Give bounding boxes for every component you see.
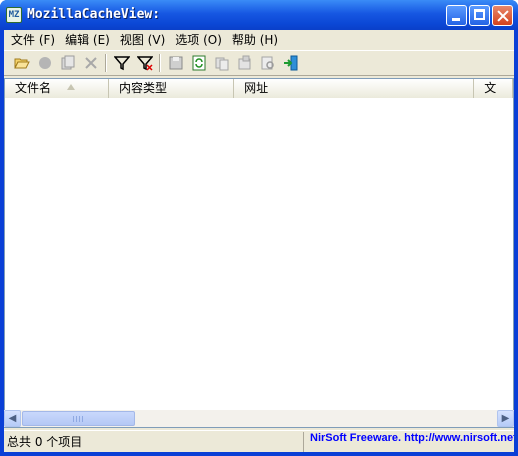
find-icon [261,56,274,70]
app-icon[interactable]: MZ [6,7,22,23]
column-header-filename[interactable]: 文件名 [5,79,109,98]
save-button[interactable] [164,52,187,74]
find-button[interactable] [256,52,279,74]
scroll-right-button[interactable]: ▶ [497,410,514,427]
filter-button[interactable] [110,52,133,74]
chevron-right-icon: ▶ [501,413,510,424]
copy-cache-button[interactable] [56,52,79,74]
horizontal-scrollbar[interactable]: ◀ ▶ [4,410,514,427]
toolbar [4,50,514,76]
column-header-label: 文件名 [15,81,52,95]
menu-bar: 文件 (F) 编辑 (E) 视图 (V) 选项 (O) 帮助 (H) [4,30,514,50]
cache-list-view[interactable]: 文件名 内容类型 网址 文 [4,78,514,428]
scroll-thumb[interactable] [22,411,135,426]
menu-edit[interactable]: 编辑 (E) [60,30,115,50]
delete-button[interactable] [79,52,102,74]
open-folder-button[interactable] [10,52,33,74]
status-bar: 总共 0 个项目 NirSoft Freeware. http://www.ni… [4,430,514,452]
maximize-button[interactable] [469,5,490,26]
delete-icon [84,57,97,69]
properties-button[interactable] [233,52,256,74]
menu-options[interactable]: 选项 (O) [170,30,227,50]
close-button[interactable] [492,5,513,26]
exit-button[interactable] [279,52,302,74]
item-count-status: 总共 0 个项目 [4,431,304,452]
menu-file[interactable]: 文件 (F) [6,30,60,50]
column-header-url[interactable]: 网址 [234,79,475,98]
filter-icon [113,56,130,71]
save-icon [169,56,182,70]
properties-icon [238,55,250,70]
window-title: MozillaCacheView: [27,7,161,22]
grip-icon [73,416,83,422]
chevron-left-icon: ◀ [8,413,17,424]
toolbar-separator [105,54,107,72]
copy-cache-icon [61,55,74,70]
app-window: MZ MozillaCacheView: 文件 (F) 编辑 (E) 视图 (V… [0,0,518,456]
column-header-next[interactable]: 文 [474,79,513,98]
stop-icon [38,57,51,69]
refresh-icon [192,55,205,71]
open-folder-icon [13,58,30,69]
refresh-button[interactable] [187,52,210,74]
client-area: 文件 (F) 编辑 (E) 视图 (V) 选项 (O) 帮助 (H) 文件名 内… [4,30,514,452]
scroll-track[interactable] [21,410,497,427]
column-header-label: 网址 [244,81,269,95]
clear-filter-button[interactable] [133,52,156,74]
copy-button[interactable] [210,52,233,74]
copy-icon [215,57,228,71]
minimize-icon [452,18,460,21]
column-header-label: 文 [484,81,497,95]
column-header-content-type[interactable]: 内容类型 [108,79,235,98]
menu-view[interactable]: 视图 (V) [115,30,170,50]
column-header-label: 内容类型 [118,81,167,95]
list-header: 文件名 内容类型 网址 文 [5,79,513,98]
maximize-icon [474,9,485,20]
menu-help[interactable]: 帮助 (H) [227,30,283,50]
minimize-button[interactable] [446,5,467,26]
stop-button[interactable] [33,52,56,74]
scroll-left-button[interactable]: ◀ [4,410,21,427]
toolbar-separator [159,54,161,72]
sort-ascending-icon [67,84,75,90]
title-bar[interactable]: MZ MozillaCacheView: [0,0,518,30]
nirsoft-link[interactable]: NirSoft Freeware. http://www.nirsoft.net [304,432,514,452]
clear-filter-icon [136,56,153,71]
exit-icon [283,55,297,71]
